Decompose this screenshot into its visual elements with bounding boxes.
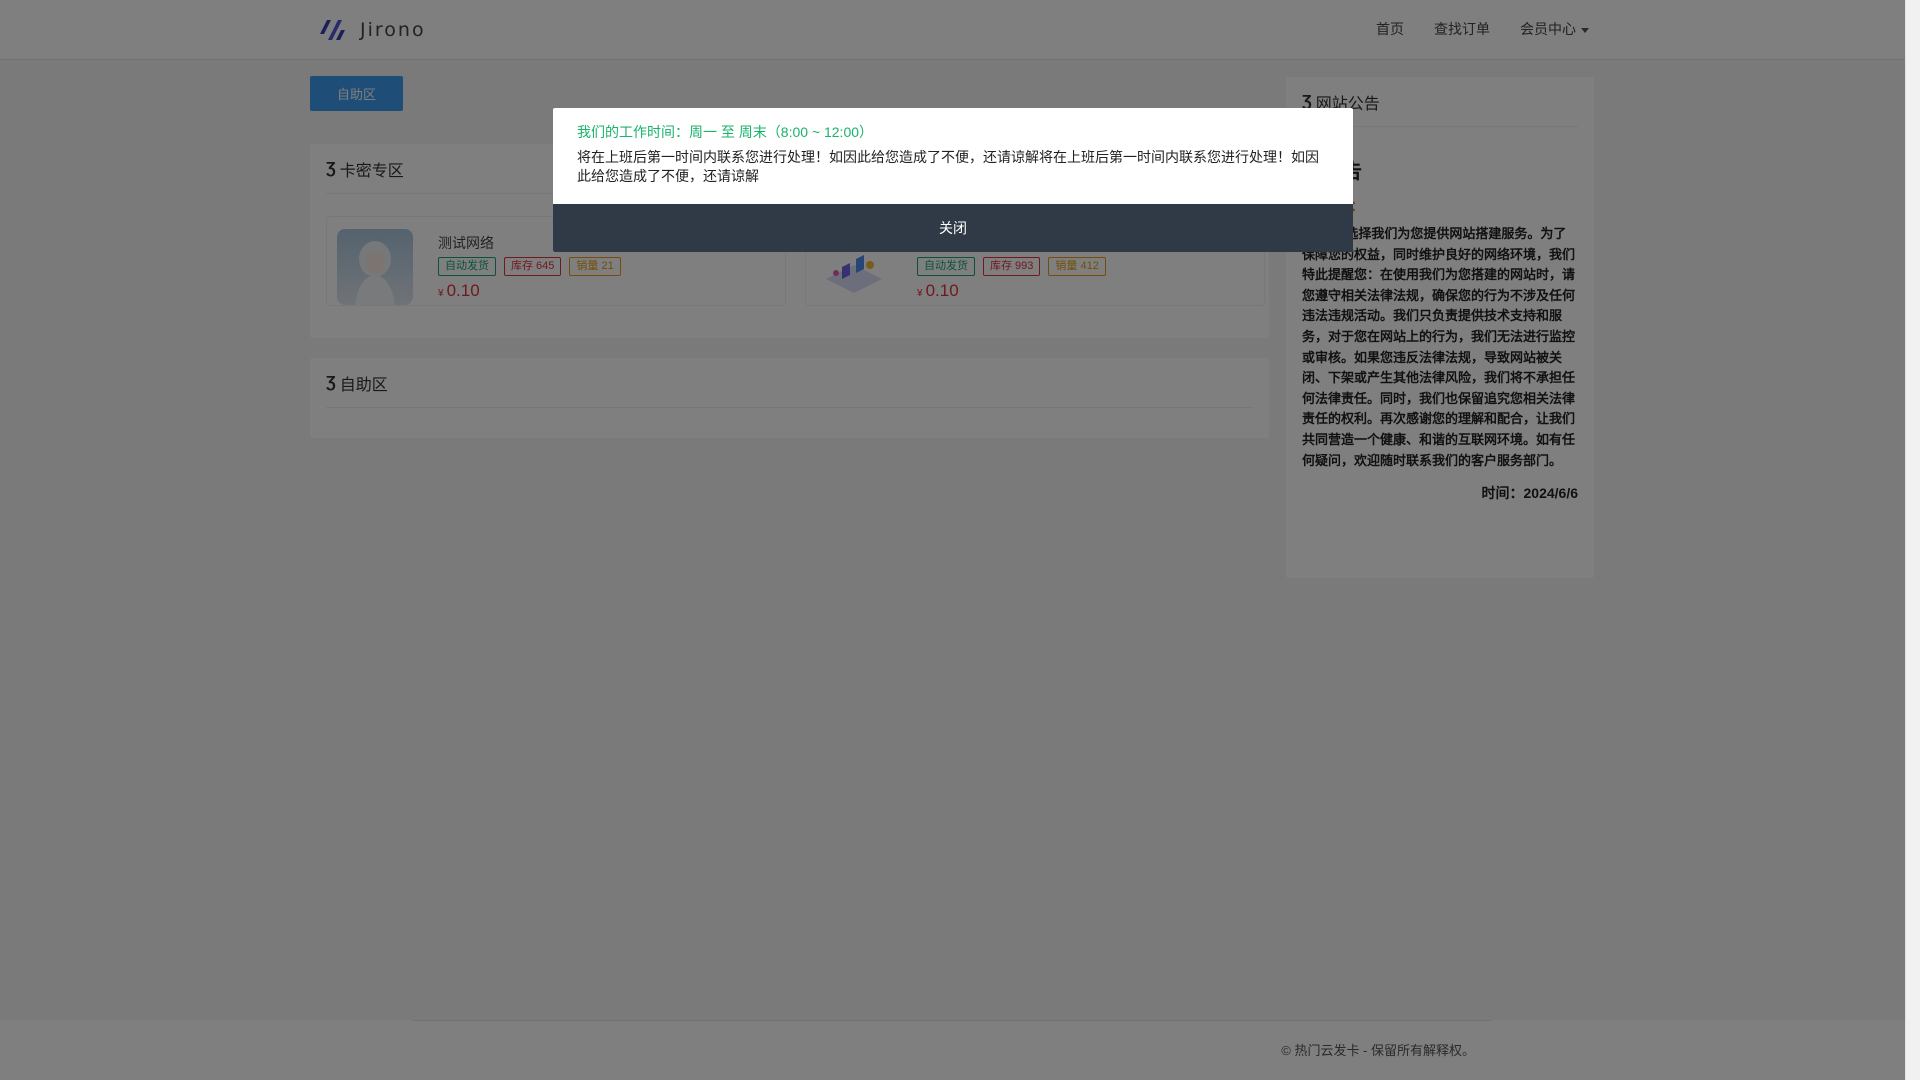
dialog-body: 我们的工作时间：周一 至 周末（8:00 ~ 12:00） 将在上班后第一时间内… xyxy=(553,108,1353,186)
close-button[interactable]: 关闭 xyxy=(553,204,1353,252)
dialog-title: 我们的工作时间：周一 至 周末（8:00 ~ 12:00） xyxy=(577,124,874,140)
work-hours-dialog: 我们的工作时间：周一 至 周末（8:00 ~ 12:00） 将在上班后第一时间内… xyxy=(553,108,1353,252)
vertical-scrollbar[interactable] xyxy=(1905,0,1920,1080)
dialog-message: 将在上班后第一时间内联系您进行处理！如因此给您造成了不便，还请谅解将在上班后第一… xyxy=(577,149,1319,184)
